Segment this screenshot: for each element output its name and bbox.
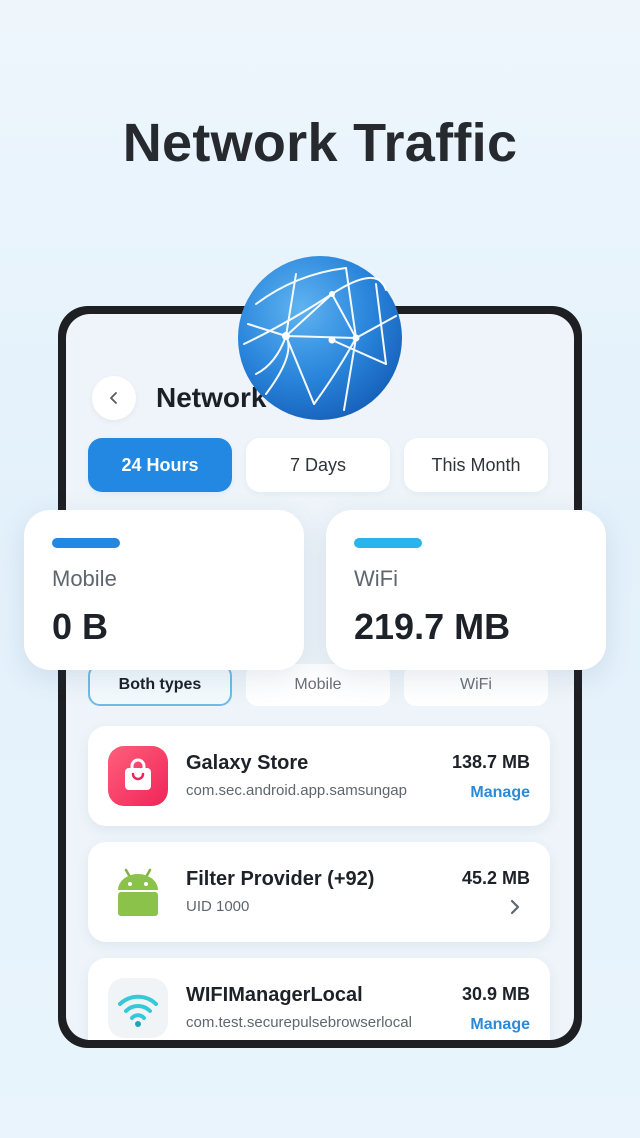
app-screen: Network 24 Hours 7 Days This Month Both …: [66, 314, 574, 1040]
stat-value: 0 B: [52, 606, 109, 647]
chevron-left-icon: [110, 392, 117, 404]
android-icon: [108, 862, 168, 922]
globe-network-icon: [238, 256, 402, 420]
stat-value: 219.7 MB: [354, 606, 511, 647]
back-button[interactable]: [92, 376, 136, 420]
mobile-usage-card: Mobile 0 B: [24, 510, 304, 670]
shopping-bag-icon: [108, 746, 168, 806]
tab-24-hours[interactable]: 24 Hours: [88, 438, 232, 492]
type-filter: Both types Mobile WiFi: [88, 664, 548, 706]
wifi-icon: [108, 978, 168, 1038]
period-tabs: 24 Hours 7 Days This Month: [88, 438, 548, 492]
app-package: com.sec.android.app.samsungap: [186, 782, 407, 799]
stat-label: Mobile: [52, 566, 117, 591]
wifi-usage-card: WiFi 219.7 MB: [326, 510, 606, 670]
manage-link[interactable]: Manage: [470, 1016, 530, 1034]
app-row-wifimanager[interactable]: WIFIManagerLocal com.test.securepulsebro…: [88, 958, 550, 1040]
wifi-accent-bar: [354, 538, 422, 548]
stat-label: WiFi: [354, 566, 398, 591]
tab-7-days[interactable]: 7 Days: [246, 438, 390, 492]
app-package: com.test.securepulsebrowserlocal: [186, 1014, 412, 1031]
mobile-accent-bar: [52, 538, 120, 548]
manage-link[interactable]: Manage: [470, 784, 530, 802]
app-name: WIFIManagerLocal: [186, 984, 363, 1006]
filter-both-types[interactable]: Both types: [88, 664, 232, 706]
tab-this-month[interactable]: This Month: [404, 438, 548, 492]
app-row-galaxy-store[interactable]: Galaxy Store com.sec.android.app.samsung…: [88, 726, 550, 826]
app-row-filter-provider[interactable]: Filter Provider (+92) UID 1000 45.2 MB: [88, 842, 550, 942]
app-name: Filter Provider (+92): [186, 868, 375, 890]
app-usage: 45.2 MB: [461, 868, 530, 888]
filter-wifi[interactable]: WiFi: [404, 664, 548, 706]
filter-mobile[interactable]: Mobile: [246, 664, 390, 706]
app-name: Galaxy Store: [186, 752, 309, 774]
page-headline: Network Traffic: [122, 113, 518, 173]
app-usage: 138.7 MB: [451, 752, 530, 772]
app-usage: 30.9 MB: [461, 984, 530, 1004]
app-uid: UID 1000: [186, 898, 250, 915]
chevron-right-icon[interactable]: [508, 898, 522, 916]
